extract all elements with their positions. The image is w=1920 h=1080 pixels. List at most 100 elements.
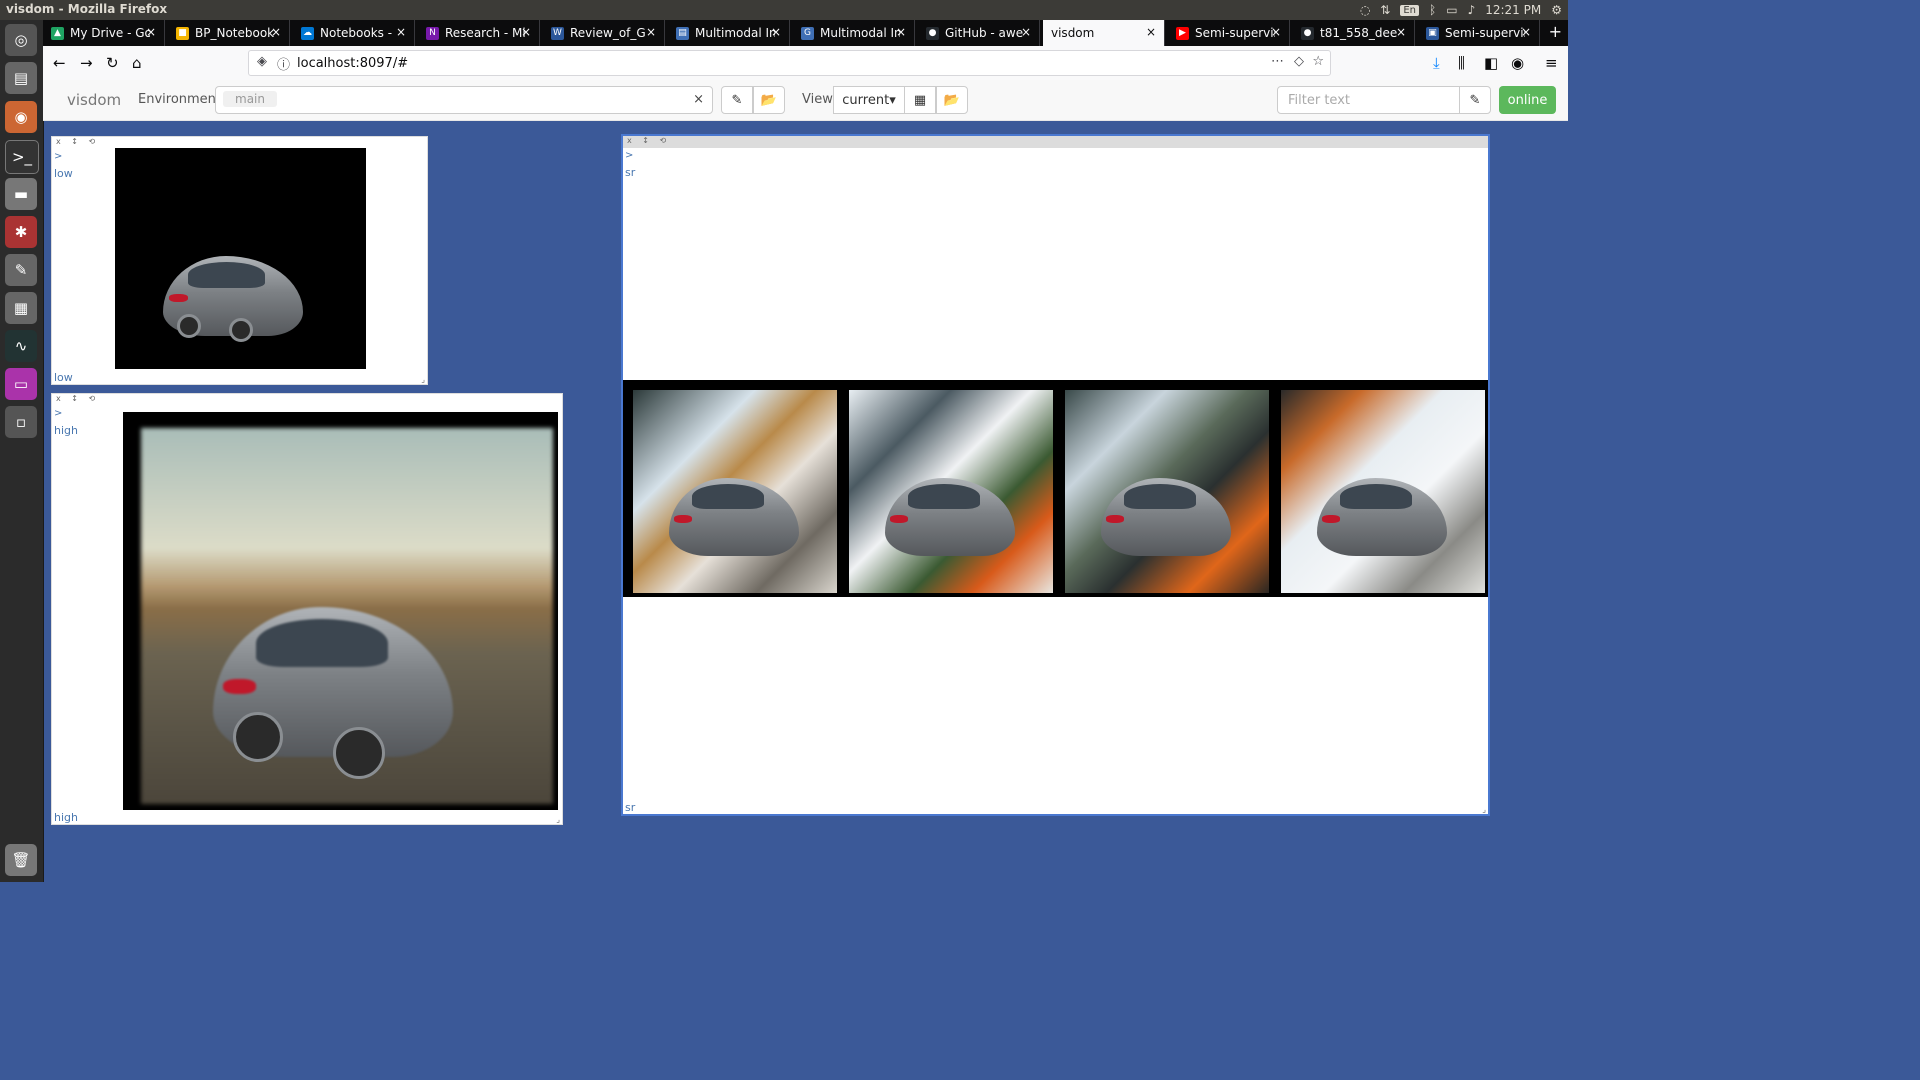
bookmark-star-icon[interactable]: ☆ <box>1312 54 1324 69</box>
browser-tab[interactable]: ● GitHub - awe × <box>918 20 1040 46</box>
trash-icon[interactable]: 🗑 <box>5 844 37 876</box>
pocket-icon[interactable]: ◇ <box>1294 54 1304 69</box>
tab-close-icon[interactable]: × <box>396 25 406 39</box>
pane-resize-handle-icon[interactable]: ⌟ <box>1482 805 1486 814</box>
page-actions-icon[interactable]: ⋯ <box>1271 54 1284 69</box>
settings-gear-icon[interactable]: ⚙ <box>1551 3 1562 17</box>
library-icon[interactable]: ⫼ <box>1458 54 1465 72</box>
folder-icon: 📂 <box>943 92 961 108</box>
tab-close-icon[interactable]: × <box>896 25 906 39</box>
tab-favicon-icon: ▣ <box>1426 26 1439 40</box>
hamburger-menu-icon[interactable]: ≡ <box>1545 54 1558 72</box>
pane-resize-handle-icon[interactable]: ⌟ <box>556 815 560 824</box>
pane-caret[interactable]: > <box>54 151 62 162</box>
browser-tab[interactable]: ▣ Semi-supervis × <box>1418 20 1540 46</box>
app-launcher-icon[interactable]: ▭ <box>5 368 37 400</box>
tab-close-icon[interactable]: × <box>146 25 156 39</box>
tab-close-icon[interactable]: × <box>1271 25 1281 39</box>
system-monitor-icon[interactable]: ∿ <box>5 330 37 362</box>
view-select[interactable]: current ▾ <box>833 86 905 114</box>
pane-header-controls[interactable]: x ↕ ⟲ <box>52 394 562 406</box>
battery-icon[interactable]: ▭ <box>1446 3 1457 17</box>
new-tab-icon[interactable]: + <box>1549 22 1562 41</box>
account-icon[interactable]: ◉ <box>1511 54 1524 72</box>
tab-close-icon[interactable]: × <box>1146 25 1156 39</box>
clear-filter-eraser-button[interactable]: ✎ <box>1459 86 1491 114</box>
firefox-icon[interactable]: ◉ <box>5 101 37 133</box>
forward-arrow-icon[interactable]: → <box>80 54 93 72</box>
tab-close-icon[interactable]: × <box>271 25 281 39</box>
pane-low[interactable]: x ↕ ⟲ > low low ⌟ <box>51 136 428 385</box>
browser-tab[interactable]: ▶ Semi-supervis × <box>1168 20 1290 46</box>
browser-tab[interactable]: ▲ My Drive - Go × <box>43 20 165 46</box>
system-settings-icon[interactable]: ✱ <box>5 216 37 248</box>
terminal-icon[interactable]: >_ <box>5 140 39 174</box>
network-icon[interactable]: ⇅ <box>1380 3 1390 17</box>
back-arrow-icon[interactable]: ← <box>53 54 66 72</box>
clear-env-eraser-button[interactable]: ✎ <box>721 86 753 114</box>
filter-text-input[interactable] <box>1277 86 1460 114</box>
browser-tab[interactable]: ■ BP_Notebook × <box>168 20 290 46</box>
repack-grid-button[interactable]: ▦ <box>904 86 936 114</box>
eraser-icon: ✎ <box>1469 92 1481 108</box>
pane-high[interactable]: x ↕ ⟲ > high high ⌟ <box>51 393 563 825</box>
clock[interactable]: 12:21 PM <box>1485 3 1541 17</box>
environment-chip[interactable]: main <box>223 91 277 107</box>
connection-status-button[interactable]: online <box>1499 86 1556 114</box>
tab-close-icon[interactable]: × <box>521 25 531 39</box>
sr-output-image <box>1281 390 1485 593</box>
window-title: visdom - Mozilla Firefox <box>6 2 168 16</box>
url-text[interactable]: localhost:8097/# <box>297 56 408 71</box>
tab-close-icon[interactable]: × <box>771 25 781 39</box>
sidebar-icon[interactable]: ◧ <box>1484 54 1498 72</box>
pane-caret[interactable]: > <box>625 150 633 161</box>
workspace-switcher-icon[interactable]: ▫ <box>5 406 37 438</box>
bluetooth-icon[interactable]: ᛒ <box>1429 3 1436 17</box>
pane-caret[interactable]: > <box>54 408 62 419</box>
browser-tab[interactable]: ▤ Multimodal In × <box>668 20 790 46</box>
tab-close-icon[interactable]: × <box>1396 25 1406 39</box>
environment-select[interactable]: main × <box>215 86 713 114</box>
manage-views-folder-button[interactable]: 📂 <box>936 86 968 114</box>
browser-tab[interactable]: ● t81_558_dee × <box>1293 20 1415 46</box>
pane-sr[interactable]: x ↕ ⟲ > sr sr ⌟ <box>621 134 1490 816</box>
view-label: View <box>802 92 833 107</box>
site-info-icon[interactable]: ⓘ <box>277 54 290 73</box>
tab-close-icon[interactable]: × <box>1021 25 1031 39</box>
pane-caption: high <box>54 811 78 824</box>
browser-tab[interactable]: ☁ Notebooks - × <box>293 20 415 46</box>
volume-icon[interactable]: ♪ <box>1468 3 1476 17</box>
tab-close-icon[interactable]: × <box>1521 25 1531 39</box>
tab-favicon-icon: ▲ <box>51 26 64 40</box>
tab-favicon-icon: ☁ <box>301 26 314 40</box>
tab-favicon-icon: ▤ <box>676 26 689 40</box>
home-icon[interactable]: ⌂ <box>132 54 142 72</box>
pane-title: sr <box>625 166 636 179</box>
reload-icon[interactable]: ↻ <box>106 54 119 72</box>
manage-env-folder-button[interactable]: 📂 <box>753 86 785 114</box>
tab-favicon-icon: ● <box>926 26 939 40</box>
bulb-icon[interactable]: ◌ <box>1360 3 1370 17</box>
car-wheel <box>177 314 201 338</box>
calculator-icon[interactable]: ▦ <box>5 292 37 324</box>
browser-tab[interactable]: W Review_of_G × <box>543 20 665 46</box>
ubuntu-dash-icon[interactable]: ◎ <box>5 24 37 56</box>
folder-icon: 📂 <box>760 92 778 108</box>
browser-tab[interactable]: N Research - Mi × <box>418 20 540 46</box>
text-editor-icon[interactable]: ✎ <box>5 254 37 286</box>
drive-icon[interactable]: ▬ <box>5 178 37 210</box>
keyboard-language-indicator[interactable]: En <box>1400 4 1420 16</box>
browser-tab[interactable]: G Multimodal In × <box>793 20 915 46</box>
tracking-shield-icon[interactable]: ◈ <box>257 54 267 69</box>
visdom-brand[interactable]: visdom <box>67 91 121 109</box>
downloads-icon[interactable]: ⤓ <box>1433 54 1440 72</box>
files-icon[interactable]: ▤ <box>5 62 37 94</box>
pane-resize-handle-icon[interactable]: ⌟ <box>421 375 425 384</box>
address-bar[interactable]: ◈ ⓘ localhost:8097/# ⋯ ◇ ☆ <box>248 50 1331 76</box>
pane-title: high <box>54 424 78 437</box>
clear-environment-icon[interactable]: × <box>693 92 704 107</box>
pane-caption: low <box>54 371 73 384</box>
pane-header-controls[interactable]: x ↕ ⟲ <box>623 136 1488 148</box>
browser-tab-active[interactable]: visdom × <box>1043 20 1165 46</box>
tab-close-icon[interactable]: × <box>646 25 656 39</box>
